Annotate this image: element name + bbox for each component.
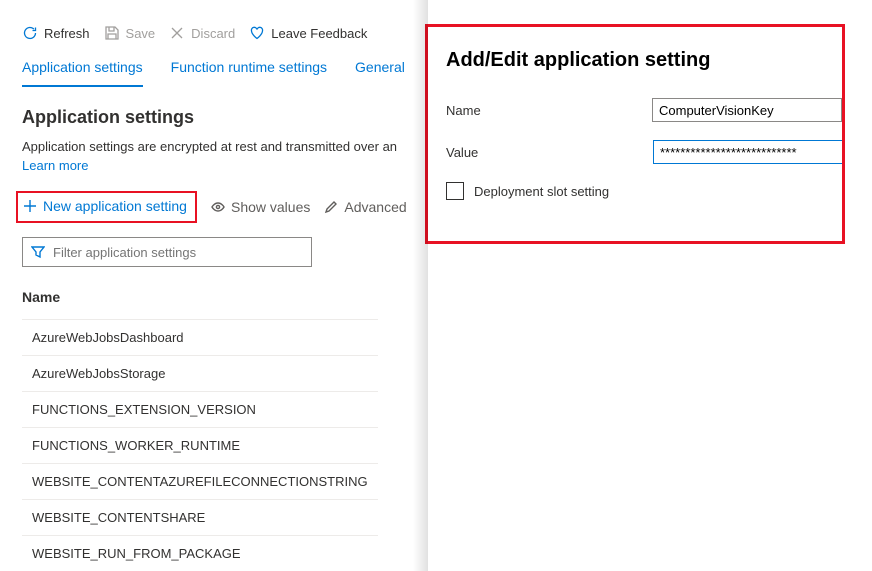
slot-checkbox[interactable]	[446, 182, 464, 200]
tab-app-settings[interactable]: Application settings	[22, 55, 143, 87]
pencil-icon	[324, 200, 338, 214]
value-input[interactable]	[653, 140, 842, 164]
value-label: Value	[446, 145, 653, 160]
discard-button[interactable]: Discard	[169, 25, 245, 41]
show-values-label: Show values	[231, 199, 310, 215]
refresh-icon	[22, 25, 38, 41]
save-icon	[104, 25, 120, 41]
new-setting-label: New application setting	[43, 198, 187, 214]
advanced-button[interactable]: Advanced	[324, 199, 406, 215]
new-setting-button[interactable]: New application setting	[23, 198, 187, 214]
add-edit-panel: Add/Edit application setting Name Value …	[425, 24, 845, 244]
advanced-label: Advanced	[344, 199, 406, 215]
feedback-label: Leave Feedback	[271, 26, 367, 41]
slot-row: Deployment slot setting	[446, 182, 842, 200]
heart-icon	[249, 25, 265, 41]
plus-icon	[23, 199, 37, 213]
show-values-button[interactable]: Show values	[211, 199, 310, 215]
eye-icon	[211, 200, 225, 214]
name-input[interactable]	[652, 98, 842, 122]
table-row[interactable]: WEBSITE_CONTENTAZUREFILECONNECTIONSTRING	[22, 463, 378, 499]
highlight-new-setting: New application setting	[16, 191, 197, 223]
settings-table: Name AzureWebJobsDashboard AzureWebJobsS…	[0, 267, 400, 571]
value-row: Value	[446, 140, 842, 164]
filter-box[interactable]	[22, 237, 312, 267]
table-row[interactable]: WEBSITE_CONTENTSHARE	[22, 499, 378, 535]
name-label: Name	[446, 103, 652, 118]
table-row[interactable]: WEBSITE_RUN_FROM_PACKAGE	[22, 535, 378, 571]
panel-title: Add/Edit application setting	[446, 49, 842, 72]
feedback-button[interactable]: Leave Feedback	[249, 25, 377, 41]
tab-general[interactable]: General	[355, 55, 405, 87]
save-label: Save	[126, 26, 156, 41]
table-row[interactable]: AzureWebJobsStorage	[22, 355, 378, 391]
discard-label: Discard	[191, 26, 235, 41]
tab-runtime-settings[interactable]: Function runtime settings	[171, 55, 327, 87]
filter-input[interactable]	[53, 245, 303, 260]
table-header-name: Name	[22, 289, 378, 319]
slot-label: Deployment slot setting	[474, 184, 609, 199]
table-row[interactable]: FUNCTIONS_WORKER_RUNTIME	[22, 427, 378, 463]
table-row[interactable]: FUNCTIONS_EXTENSION_VERSION	[22, 391, 378, 427]
save-button[interactable]: Save	[104, 25, 166, 41]
filter-icon	[31, 245, 45, 259]
discard-icon	[169, 25, 185, 41]
table-row[interactable]: AzureWebJobsDashboard	[22, 319, 378, 355]
name-row: Name	[446, 98, 842, 122]
refresh-label: Refresh	[44, 26, 90, 41]
refresh-button[interactable]: Refresh	[22, 25, 100, 41]
